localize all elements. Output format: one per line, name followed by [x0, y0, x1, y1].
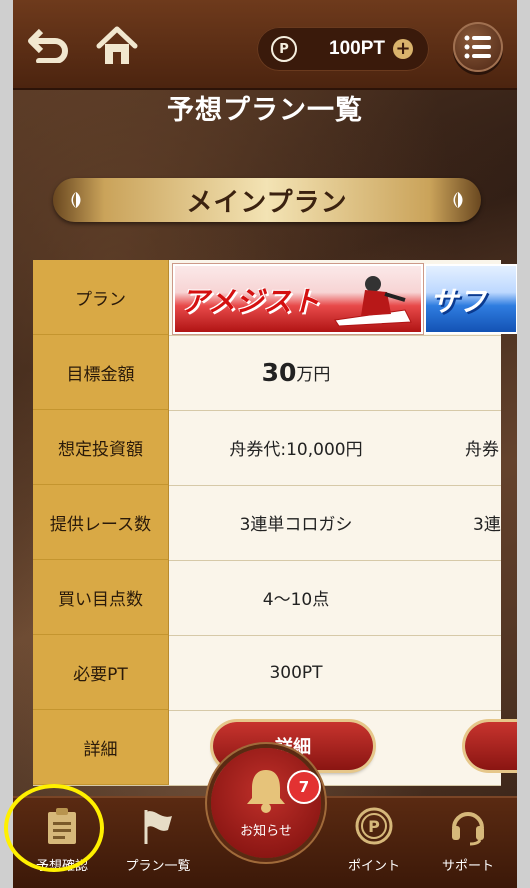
app-screen: P 100PT + 予想プラン一覧 メインプラン プラン アメジスト サフ 目標…	[13, 0, 517, 888]
home-button[interactable]	[93, 22, 141, 70]
points-display[interactable]: P 100PT +	[257, 27, 429, 71]
investment-value: 舟券代:10,000円	[229, 440, 363, 460]
required-pt-value: 300PT	[269, 662, 323, 683]
nav-support[interactable]: サポート	[423, 798, 513, 888]
nav-label: ポイント	[347, 859, 400, 874]
section-header: メインプラン	[53, 178, 481, 222]
target-amount: 30 万円	[171, 335, 421, 410]
boat-racer-icon	[334, 276, 412, 327]
home-icon	[96, 26, 138, 64]
back-arrow-icon	[28, 28, 68, 63]
add-points-icon[interactable]: +	[392, 39, 413, 59]
page-title: 予想プラン一覧	[167, 95, 363, 126]
target-unit: 万円	[296, 365, 331, 385]
row-label: 詳細	[33, 710, 169, 785]
plan-banner-text: サフ	[430, 285, 487, 318]
picks-value: 4〜10点	[262, 590, 330, 610]
nav-plan-list[interactable]: プラン一覧	[113, 798, 203, 888]
table-row-picks: 買い目点数 4〜10点	[33, 560, 501, 636]
row-label: 想定投資額	[33, 410, 169, 485]
bell-icon	[247, 770, 285, 813]
nav-points[interactable]: P ポイント	[329, 798, 419, 888]
row-label: 目標金額	[33, 335, 169, 410]
plan-banner-text: アメジスト	[181, 285, 320, 318]
svg-text:P: P	[368, 817, 380, 836]
row-label: 必要PT	[33, 635, 169, 710]
row-label: 買い目点数	[33, 560, 169, 635]
ornament-icon	[453, 192, 463, 208]
row-label: プラン	[33, 260, 169, 335]
notification-count-badge: 7	[289, 772, 319, 802]
plan-banner-amethyst[interactable]: アメジスト	[173, 264, 423, 334]
highlight-circle	[4, 784, 104, 872]
table-row-plan: プラン アメジスト サフ	[33, 260, 517, 336]
point-coin-icon: P	[271, 36, 297, 62]
point-coin-icon: P	[355, 807, 393, 845]
section-title: メインプラン	[186, 188, 348, 218]
table-row-investment: 想定投資額 舟券代:10,000円 舟券	[33, 410, 501, 486]
target-number: 30	[261, 358, 297, 387]
list-menu-icon	[464, 35, 491, 59]
headset-icon	[452, 812, 484, 846]
nav-label: プラン一覧	[125, 859, 191, 874]
points-value: 100PT	[329, 38, 385, 59]
table-row-required-pt: 必要PT 300PT	[33, 635, 501, 711]
investment-value-second: 舟券	[465, 440, 499, 460]
table-row-target: 目標金額 30 万円	[33, 335, 501, 411]
nav-label: サポート	[441, 859, 494, 874]
nav-label: お知らせ	[240, 824, 292, 839]
app-header: P 100PT +	[13, 0, 517, 90]
plan-banner-second[interactable]: サフ	[424, 264, 517, 334]
detail-button-second[interactable]	[465, 722, 517, 770]
flag-icon	[144, 810, 172, 844]
row-label: 提供レース数	[33, 485, 169, 560]
races-value: 3連単コロガシ	[239, 515, 353, 535]
races-value-second: 3連	[473, 515, 501, 535]
menu-button[interactable]	[453, 22, 503, 72]
plan-comparison-table[interactable]: プラン アメジスト サフ 目標金額 30 万円 想定投資額 舟券代:10,000…	[33, 260, 517, 786]
back-button[interactable]	[27, 24, 69, 66]
notifications-button[interactable]: お知らせ	[211, 748, 321, 858]
table-row-races: 提供レース数 3連単コロガシ 3連	[33, 485, 501, 561]
